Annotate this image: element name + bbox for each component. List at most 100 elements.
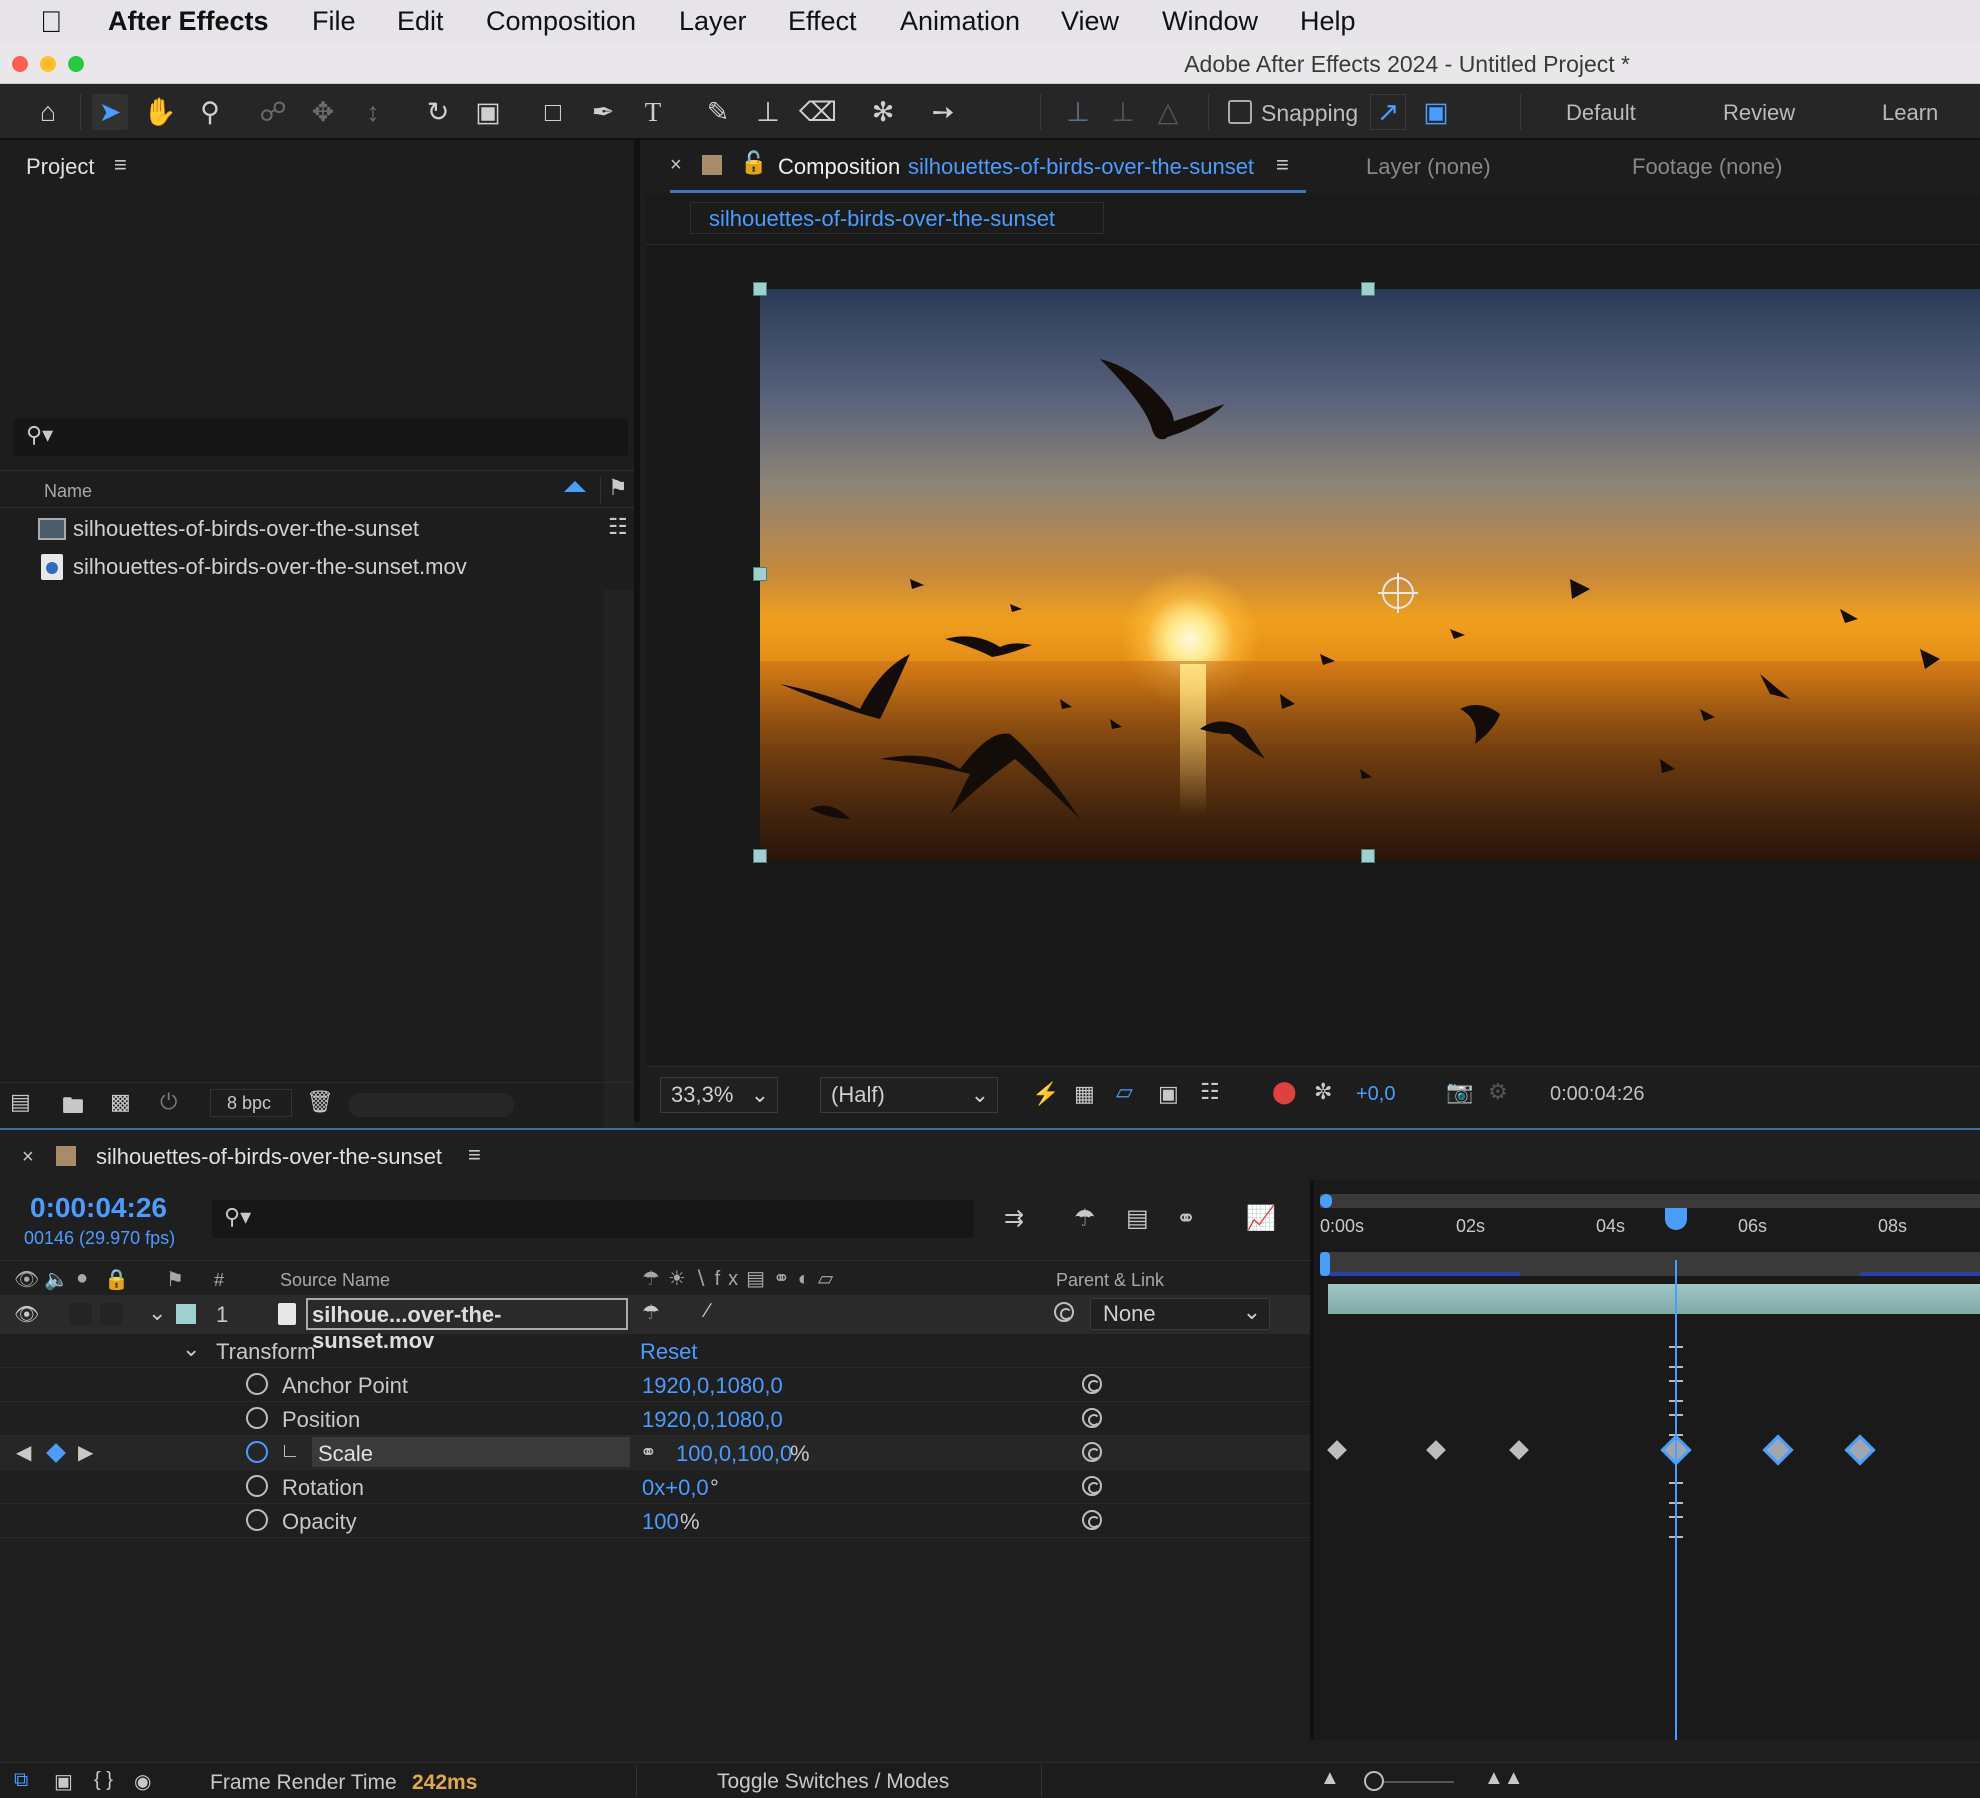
- zoom-window-button[interactable]: [68, 56, 84, 72]
- label-tag-icon[interactable]: ⚑: [608, 475, 628, 501]
- transfer-controls-toggle-icon[interactable]: ▣: [54, 1769, 73, 1794]
- apple-menu-icon[interactable]: : [40, 6, 63, 40]
- show-snapshot-icon[interactable]: ⚙: [1488, 1079, 1508, 1105]
- next-keyframe-icon[interactable]: ▶: [78, 1440, 93, 1465]
- transform-handle[interactable]: [1361, 282, 1375, 296]
- zoom-out-icon[interactable]: ▲: [1320, 1767, 1340, 1790]
- comp-tab-prefix[interactable]: Composition: [778, 154, 900, 180]
- menu-window[interactable]: Window: [1162, 6, 1258, 37]
- workspace-review[interactable]: Review: [1723, 100, 1795, 126]
- draft-3d-icon[interactable]: ☂: [1074, 1204, 1096, 1233]
- dolly-camera-icon[interactable]: ↕: [355, 94, 391, 130]
- column-source-name-header[interactable]: Source Name: [280, 1270, 390, 1291]
- puppet-pin-tool-icon[interactable]: ➙: [925, 94, 961, 130]
- property-row[interactable]: Anchor Point 1920,0,1080,0: [0, 1368, 1310, 1402]
- local-axis-icon[interactable]: ⊥: [1060, 94, 1096, 130]
- label-color-swatch[interactable]: [702, 155, 722, 175]
- interpret-footage-icon[interactable]: ▤: [10, 1089, 31, 1115]
- layer-switches-toggle-icon[interactable]: ⧉: [14, 1769, 28, 1792]
- label-color-swatch[interactable]: [56, 1146, 76, 1166]
- workspace-learn[interactable]: Learn: [1882, 100, 1938, 126]
- transform-handle[interactable]: [1361, 849, 1375, 863]
- pan-behind-tool-icon[interactable]: ▣: [470, 94, 506, 130]
- constrain-proportions-icon[interactable]: ⚭: [640, 1440, 657, 1465]
- menu-app-name[interactable]: After Effects: [108, 6, 269, 37]
- motion-blur-icon[interactable]: ⚭: [1176, 1204, 1196, 1233]
- property-value[interactable]: 1920,0,1080,0: [642, 1407, 783, 1433]
- layer-name-field[interactable]: silhoue...over-the-sunset.mov: [306, 1298, 628, 1353]
- roto-brush-tool-icon[interactable]: ✻: [865, 94, 901, 130]
- label-tag-icon[interactable]: ⚑: [166, 1267, 184, 1292]
- toggle-switches-modes-button[interactable]: Toggle Switches / Modes: [636, 1765, 1042, 1797]
- flowchart-icon[interactable]: ☷: [608, 514, 628, 540]
- grid-guides-icon[interactable]: ☷: [1200, 1079, 1220, 1105]
- mask-path-visibility-icon[interactable]: ▱: [1116, 1079, 1133, 1105]
- panel-menu-icon[interactable]: ≡: [114, 152, 127, 178]
- transform-group-row[interactable]: ⌄ Transform Reset: [0, 1334, 1310, 1368]
- frame-blending-icon[interactable]: ▤: [1126, 1204, 1149, 1233]
- snap-edges-icon[interactable]: ↗: [1370, 94, 1406, 130]
- close-tab-icon[interactable]: ×: [22, 1146, 34, 1169]
- menu-effect[interactable]: Effect: [788, 6, 857, 37]
- layer-label-color[interactable]: [176, 1304, 196, 1324]
- view-axis-icon[interactable]: △: [1150, 94, 1186, 130]
- exposure-reset-icon[interactable]: ✼: [1314, 1079, 1332, 1105]
- comp-mini-flowchart-icon[interactable]: ⇉: [1004, 1204, 1024, 1233]
- brush-tool-icon[interactable]: ✎: [700, 94, 736, 130]
- pick-whip-icon[interactable]: [1082, 1476, 1102, 1496]
- stopwatch-icon[interactable]: [246, 1475, 268, 1497]
- graph-icon[interactable]: ∟: [280, 1440, 300, 1463]
- graph-editor-icon[interactable]: 📈: [1246, 1204, 1276, 1233]
- panel-menu-icon[interactable]: ≡: [1276, 152, 1289, 178]
- property-value[interactable]: 1920,0,1080,0: [642, 1373, 783, 1399]
- lock-icon[interactable]: 🔒: [104, 1267, 129, 1292]
- footage-frame[interactable]: [760, 289, 1980, 861]
- rectangle-tool-icon[interactable]: □: [535, 94, 571, 130]
- property-row[interactable]: ◀ ▶ ∟ Scale ⚭ 100,0,100,0 %: [0, 1436, 1310, 1470]
- property-row[interactable]: Opacity 100 %: [0, 1504, 1310, 1538]
- menu-animation[interactable]: Animation: [900, 6, 1020, 37]
- snap-features-icon[interactable]: ▣: [1418, 94, 1454, 130]
- transform-reset-link[interactable]: Reset: [640, 1339, 697, 1365]
- menu-layer[interactable]: Layer: [679, 6, 747, 37]
- transform-handle[interactable]: [753, 567, 767, 581]
- column-name-header[interactable]: Name: [44, 481, 92, 502]
- lock-icon[interactable]: 🔓: [740, 150, 767, 176]
- current-time-indicator[interactable]: [1665, 1208, 1687, 1230]
- region-of-interest-icon[interactable]: ▣: [1158, 1081, 1179, 1107]
- add-keyframe-icon[interactable]: [46, 1443, 66, 1463]
- parent-dropdown[interactable]: None ⌄: [1090, 1298, 1270, 1330]
- thumbnail-slider[interactable]: [348, 1093, 514, 1117]
- new-folder-icon[interactable]: 🖿: [62, 1089, 84, 1127]
- current-time-display[interactable]: 0:00:04:26: [30, 1192, 167, 1224]
- pick-whip-icon[interactable]: [1082, 1510, 1102, 1530]
- menu-help[interactable]: Help: [1300, 6, 1356, 37]
- property-row[interactable]: Position 1920,0,1080,0: [0, 1402, 1310, 1436]
- layer-row[interactable]: 👁 ⌄ 1 silhoue...over-the-sunset.mov ☂ ∕ …: [0, 1296, 1310, 1353]
- solo-icon[interactable]: ●: [76, 1267, 88, 1290]
- pick-whip-icon[interactable]: [1082, 1374, 1102, 1394]
- property-row[interactable]: Rotation 0x+0,0 °: [0, 1470, 1310, 1504]
- trash-icon[interactable]: 🗑: [306, 1089, 334, 1115]
- pick-whip-icon[interactable]: [1054, 1302, 1074, 1322]
- close-tab-icon[interactable]: ×: [670, 154, 682, 177]
- transparency-grid-icon[interactable]: ▦: [1074, 1081, 1095, 1107]
- pan-camera-icon[interactable]: ✥: [305, 94, 341, 130]
- snapping-checkbox[interactable]: [1228, 100, 1252, 124]
- property-value[interactable]: 100: [642, 1509, 679, 1535]
- sort-ascending-icon[interactable]: [564, 481, 586, 492]
- anchor-point-icon[interactable]: [1378, 573, 1418, 613]
- transform-handle[interactable]: [753, 282, 767, 296]
- close-window-button[interactable]: [12, 56, 28, 72]
- minimize-window-button[interactable]: [40, 56, 56, 72]
- exposure-value[interactable]: +0,0: [1356, 1083, 1395, 1106]
- scale-keyframe-selected[interactable]: [1762, 1434, 1794, 1466]
- scale-keyframe[interactable]: [1509, 1440, 1529, 1460]
- comp-tab-name[interactable]: silhouettes-of-birds-over-the-sunset: [908, 154, 1254, 180]
- timeline-tab[interactable]: silhouettes-of-birds-over-the-sunset: [96, 1144, 442, 1170]
- project-settings-icon[interactable]: ⏻: [160, 1089, 177, 1115]
- menu-file[interactable]: File: [312, 6, 356, 37]
- comp-viewer[interactable]: [646, 244, 1980, 1064]
- rotation-tool-icon[interactable]: ↻: [420, 94, 456, 130]
- menu-view[interactable]: View: [1061, 6, 1119, 37]
